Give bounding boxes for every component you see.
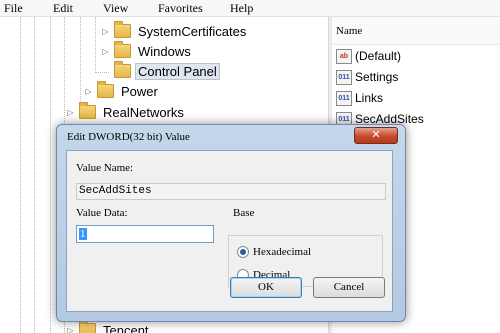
value-name-label: Value Name: xyxy=(76,162,134,174)
folder-icon xyxy=(114,21,131,38)
column-header-label: Name xyxy=(336,25,363,37)
folder-icon xyxy=(97,81,114,98)
tree-node-label: SystemCertificates xyxy=(138,23,247,39)
tree-node-label: RealNetworks xyxy=(103,104,184,120)
tree-guide-line xyxy=(95,17,96,73)
folder-icon xyxy=(114,41,131,58)
expand-arrow-icon[interactable]: ▷ xyxy=(84,87,93,96)
tree-guide-line xyxy=(34,17,35,333)
column-header-name[interactable]: Name xyxy=(332,17,500,45)
value-name-field: SecAddSites xyxy=(76,183,386,200)
tree-node-windows[interactable]: ▷ Windows xyxy=(101,41,194,60)
folder-open-icon xyxy=(114,61,131,78)
menu-favorites[interactable]: Favorites xyxy=(158,1,203,16)
menu-help[interactable]: Help xyxy=(230,1,253,16)
expand-arrow-icon[interactable]: ▷ xyxy=(66,108,75,117)
base-label: Base xyxy=(233,207,255,219)
edit-dword-dialog: Edit DWORD(32 bit) Value ✕ Value Name: S… xyxy=(56,124,406,322)
folder-icon xyxy=(79,102,96,119)
tree-guide-line xyxy=(80,17,81,107)
value-name: (Default) xyxy=(355,49,402,63)
ok-button[interactable]: OK xyxy=(230,277,302,298)
radio-hexadecimal[interactable]: Hexadecimal xyxy=(237,246,311,258)
dialog-title: Edit DWORD(32 bit) Value xyxy=(67,131,190,143)
string-value-icon: ab xyxy=(336,48,352,64)
cancel-button[interactable]: Cancel xyxy=(313,277,385,298)
tree-guide-line xyxy=(20,17,21,333)
menu-view[interactable]: View xyxy=(103,1,128,16)
menu-file[interactable]: File xyxy=(4,1,23,16)
tree-node-tencent[interactable]: ▷ Tencent xyxy=(66,320,152,333)
expand-arrow-icon[interactable]: ▷ xyxy=(66,326,75,333)
menu-bar: File Edit View Favorites Help xyxy=(0,0,500,17)
expand-arrow-icon[interactable]: ▷ xyxy=(101,27,110,36)
tree-node-label: Tencent xyxy=(103,322,149,333)
value-name: Links xyxy=(355,91,384,105)
value-data-text: 1 xyxy=(79,228,87,240)
binary-value-icon: 011 xyxy=(336,69,352,85)
tree-node-power[interactable]: ▷ Power xyxy=(84,81,161,100)
expand-arrow-icon[interactable]: ▷ xyxy=(101,47,110,56)
value-name: Settings xyxy=(355,70,399,84)
tree-guide-line xyxy=(95,72,109,73)
value-data-input[interactable]: 1 xyxy=(76,225,214,243)
dialog-body: Value Name: SecAddSites Value Data: 1 Ba… xyxy=(66,150,393,312)
tree-node-label: Power xyxy=(121,83,158,99)
radio-selected-icon xyxy=(237,246,249,258)
tree-guide-line xyxy=(50,17,51,333)
radio-label: Hexadecimal xyxy=(253,246,312,258)
close-button[interactable]: ✕ xyxy=(354,127,398,144)
tree-node-label: Control Panel xyxy=(135,62,220,80)
value-row-default[interactable]: ab (Default) xyxy=(336,47,401,65)
value-row-links[interactable]: 011 Links xyxy=(336,89,383,107)
tree-node-realnetworks[interactable]: ▷ RealNetworks xyxy=(66,102,187,121)
tree-node-systemcertificates[interactable]: ▷ SystemCertificates xyxy=(101,21,249,40)
menu-edit[interactable]: Edit xyxy=(53,1,73,16)
folder-icon xyxy=(79,320,96,333)
tree-node-control-panel[interactable]: Control Panel xyxy=(114,61,220,80)
value-row-settings[interactable]: 011 Settings xyxy=(336,68,398,86)
value-data-label: Value Data: xyxy=(76,207,128,219)
tree-node-label: Windows xyxy=(138,43,191,59)
binary-value-icon: 011 xyxy=(336,90,352,106)
